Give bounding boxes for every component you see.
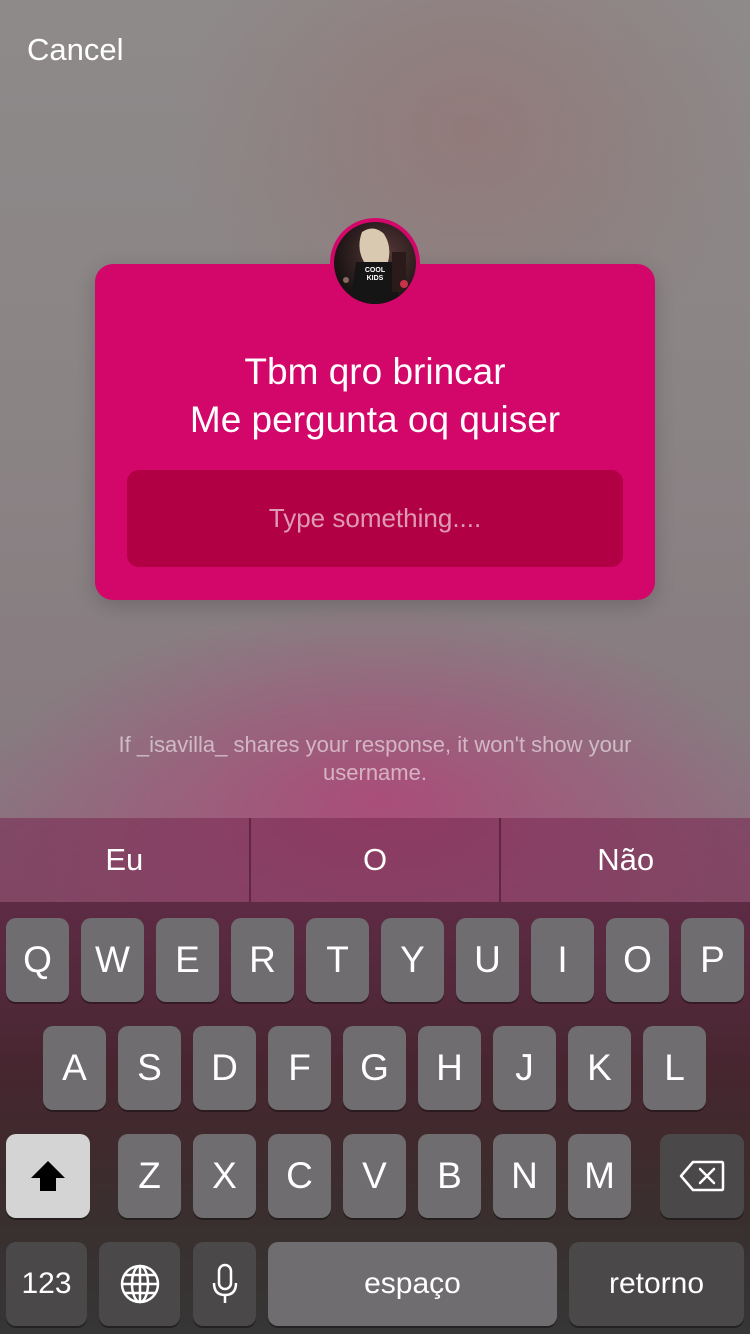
suggestion-1[interactable]: Eu xyxy=(0,818,249,902)
key-n[interactable]: N xyxy=(493,1134,556,1218)
key-a[interactable]: A xyxy=(43,1026,106,1110)
key-x[interactable]: X xyxy=(193,1134,256,1218)
key-s[interactable]: S xyxy=(118,1026,181,1110)
key-q[interactable]: Q xyxy=(6,918,69,1002)
key-u[interactable]: U xyxy=(456,918,519,1002)
answer-input[interactable]: Type something.... xyxy=(127,470,623,567)
shift-key[interactable] xyxy=(6,1134,90,1218)
cancel-button[interactable]: Cancel xyxy=(27,32,124,68)
question-line-1: Tbm qro brincar xyxy=(244,351,506,392)
key-e[interactable]: E xyxy=(156,918,219,1002)
question-text: Tbm qro brincar Me pergunta oq quiser xyxy=(95,348,655,444)
globe-icon xyxy=(120,1264,159,1304)
globe-key[interactable] xyxy=(99,1242,180,1326)
key-i[interactable]: I xyxy=(531,918,594,1002)
key-r[interactable]: R xyxy=(231,918,294,1002)
suggestion-2[interactable]: O xyxy=(251,818,500,902)
key-k[interactable]: K xyxy=(568,1026,631,1110)
key-c[interactable]: C xyxy=(268,1134,331,1218)
shift-arrow-icon xyxy=(31,1161,65,1191)
key-j[interactable]: J xyxy=(493,1026,556,1110)
delete-key[interactable] xyxy=(660,1134,744,1218)
key-v[interactable]: V xyxy=(343,1134,406,1218)
predictive-bar: Eu O Não xyxy=(0,818,750,902)
key-y[interactable]: Y xyxy=(381,918,444,1002)
backspace-icon xyxy=(679,1160,725,1192)
avatar: COOL KIDS xyxy=(330,218,420,308)
key-l[interactable]: L xyxy=(643,1026,706,1110)
key-o[interactable]: O xyxy=(606,918,669,1002)
key-d[interactable]: D xyxy=(193,1026,256,1110)
key-m[interactable]: M xyxy=(568,1134,631,1218)
numbers-key[interactable]: 123 xyxy=(6,1242,87,1326)
suggestion-3[interactable]: Não xyxy=(501,818,750,902)
question-line-2: Me pergunta oq quiser xyxy=(189,399,561,440)
key-t[interactable]: T xyxy=(306,918,369,1002)
avatar-image xyxy=(343,228,408,304)
microphone-icon xyxy=(212,1263,237,1303)
avatar-photo: COOL KIDS xyxy=(334,222,416,304)
key-b[interactable]: B xyxy=(418,1134,481,1218)
key-h[interactable]: H xyxy=(418,1026,481,1110)
key-f[interactable]: F xyxy=(268,1026,331,1110)
return-key[interactable]: retorno xyxy=(569,1242,744,1326)
space-key[interactable]: espaço xyxy=(268,1242,557,1326)
question-sticker-card: Tbm qro brincar Me pergunta oq quiser Ty… xyxy=(95,264,655,600)
privacy-note: If _isavilla_ shares your response, it w… xyxy=(118,732,632,785)
key-p[interactable]: P xyxy=(681,918,744,1002)
key-w[interactable]: W xyxy=(81,918,144,1002)
avatar-shirt-text: COOL KIDS xyxy=(364,267,386,282)
key-z[interactable]: Z xyxy=(118,1134,181,1218)
dictation-key[interactable] xyxy=(193,1242,256,1326)
key-g[interactable]: G xyxy=(343,1026,406,1110)
